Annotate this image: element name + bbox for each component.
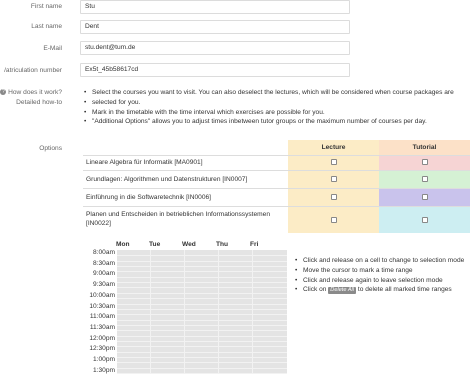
time-label: 10:00am xyxy=(89,291,115,299)
timetable-grid[interactable] xyxy=(117,250,287,374)
time-label: 8:00am xyxy=(93,249,115,256)
instruction-prefix: Click on xyxy=(303,286,327,294)
instruction-item: Move the cursor to mark a time range xyxy=(295,266,473,276)
tutorial-cell xyxy=(379,169,470,188)
tutorial-cell xyxy=(379,205,470,233)
time-label: 11:00am xyxy=(89,313,115,321)
matriculation-field[interactable]: Ex5t_45b58617cd xyxy=(80,63,350,77)
lecture-cell xyxy=(288,205,379,233)
course-name: Grundlagen: Algorithmen und Datenstruktu… xyxy=(83,169,288,188)
instruction-item-delete: Click on Delete All to delete all marked… xyxy=(295,285,473,295)
last-name-label: Last name xyxy=(31,23,62,30)
options-table: Lecture Tutorial Lineare Algebra für Inf… xyxy=(83,140,470,233)
time-label: 11:30am xyxy=(89,323,115,331)
tutorial-checkbox[interactable] xyxy=(421,216,428,223)
lecture-checkbox[interactable] xyxy=(330,175,337,182)
time-label: 12:00pm xyxy=(89,334,115,342)
course-name: Einführung in die Softwaretechnik [IN000… xyxy=(83,187,288,206)
first-name-field[interactable]: Stu xyxy=(80,0,350,14)
day-fri: Fri xyxy=(250,241,259,248)
lecture-checkbox[interactable] xyxy=(330,159,337,166)
time-label: 9:00am xyxy=(93,270,115,278)
time-label: 1:00pm xyxy=(93,356,115,363)
instruction-item: Click and release again to leave selecti… xyxy=(295,276,473,286)
howto-item: Mark in the timetable with the time inte… xyxy=(84,108,464,118)
lecture-checkbox[interactable] xyxy=(330,193,337,200)
course-header xyxy=(83,140,288,155)
day-tue: Tue xyxy=(149,241,161,248)
howto-item: Select the courses you want to visit. Yo… xyxy=(84,88,464,98)
lecture-header: Lecture xyxy=(288,140,379,155)
time-label: 12:30pm xyxy=(89,345,115,353)
time-label: 10:30am xyxy=(89,302,115,310)
lecture-cell xyxy=(288,154,379,170)
howto-detail: Detailed how-to xyxy=(16,99,62,106)
lecture-cell xyxy=(288,187,379,206)
instruction-suffix: to delete all marked time ranges xyxy=(357,286,452,294)
matriculation-label: /atriculation number xyxy=(4,67,62,74)
last-name-field[interactable]: Dent xyxy=(80,20,350,34)
course-name: Lineare Algebra für Informatik [MA0901] xyxy=(83,154,288,170)
tutorial-checkbox[interactable] xyxy=(421,159,428,166)
options-label: Options xyxy=(39,145,62,152)
howto-question: How does it work? xyxy=(8,89,62,96)
lecture-cell xyxy=(288,169,379,188)
howto-item-cont: selected for you. xyxy=(84,98,464,108)
question-circle-icon: ? xyxy=(0,89,7,96)
lecture-checkbox[interactable] xyxy=(330,216,337,223)
email-label: E-Mail xyxy=(43,45,62,52)
time-label: 1:30pm xyxy=(93,366,115,374)
first-name-label: First name xyxy=(30,3,62,10)
howto-item: "Additional Options" allows you to adjus… xyxy=(84,117,464,127)
tutorial-header: Tutorial xyxy=(379,140,470,155)
day-thu: Thu xyxy=(216,241,229,248)
howto-link[interactable]: ? How does it work? xyxy=(0,89,62,96)
time-label: 8:30am xyxy=(93,259,115,267)
tutorial-checkbox[interactable] xyxy=(421,193,428,200)
instruction-item: Click and release on a cell to change to… xyxy=(295,256,473,266)
delete-all-button[interactable]: Delete All xyxy=(328,287,357,295)
howto-list: Select the courses you want to visit. Yo… xyxy=(84,88,464,127)
time-label: 9:30am xyxy=(93,281,115,289)
tutorial-cell xyxy=(379,187,470,206)
tutorial-cell xyxy=(379,154,470,170)
course-name: Planen und Entscheiden in betrieblichen … xyxy=(83,205,288,233)
tutorial-checkbox[interactable] xyxy=(421,175,428,182)
timetable-instructions: Click and release on a cell to change to… xyxy=(295,256,473,295)
day-wed: Wed xyxy=(182,241,196,248)
email-field[interactable]: stu.dent@tum.de xyxy=(80,41,350,55)
day-mon: Mon xyxy=(116,241,130,248)
